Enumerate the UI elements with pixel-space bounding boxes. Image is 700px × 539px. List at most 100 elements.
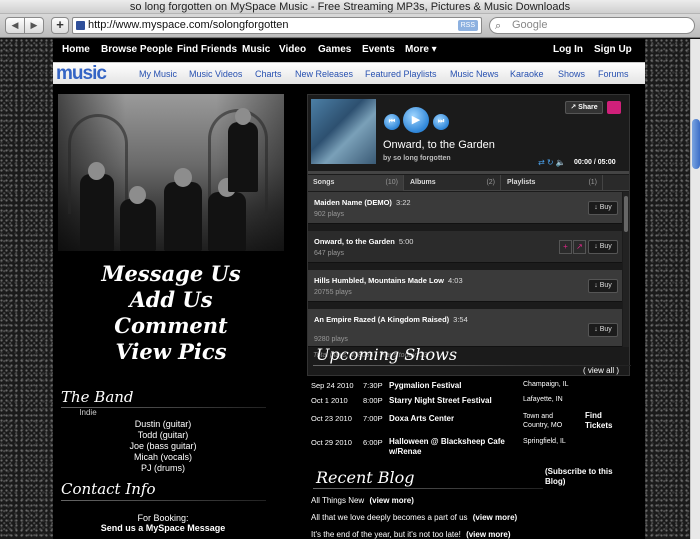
show-date: Oct 29 2010 — [311, 438, 352, 447]
window-title: so long forgotten on MySpace Music - Fre… — [0, 0, 700, 14]
music-link-music-videos[interactable]: Music Videos — [189, 63, 242, 85]
song-title: Onward, to the Garden 5:00 — [314, 237, 414, 246]
share-button[interactable]: ↗ Share — [565, 101, 603, 114]
band-genre: Indie — [79, 408, 97, 417]
song-plays: 20755 plays — [314, 289, 352, 296]
add-bookmark-button[interactable]: + — [51, 17, 69, 34]
nav-log-in[interactable]: Log In — [553, 39, 583, 61]
play-button[interactable]: ▶ — [403, 107, 429, 133]
nav-music[interactable]: Music — [242, 39, 270, 61]
song-title: Hills Humbled, Mountains Made Low 4:03 — [314, 276, 463, 285]
send-message-link[interactable]: Send us a MySpace Message — [73, 523, 253, 534]
song-title: Maiden Name (DEMO) 3:22 — [314, 198, 411, 207]
view-all-shows-link[interactable]: ( view all ) — [583, 366, 619, 375]
show-row: Oct 23 2010 7:00P Doxa Arts Center Town … — [311, 413, 631, 436]
buy-button[interactable]: ↓ Buy — [588, 201, 618, 215]
tab-albums[interactable]: Albums (2) — [405, 175, 501, 191]
search-input[interactable]: ⌕ Google — [489, 17, 695, 34]
show-location: Springfield, IL — [523, 438, 566, 445]
show-venue[interactable]: Halloween @ Blacksheep Cafe w/Renae — [389, 437, 517, 457]
band-member-figure — [120, 199, 156, 251]
address-bar[interactable]: http://www.myspace.com/solongforgotten R… — [72, 17, 482, 34]
blog-entry[interactable]: It's the end of the year, but it's not t… — [311, 530, 511, 539]
add-to-playlist-button[interactable] — [607, 101, 621, 114]
comment-link[interactable]: Comment — [53, 313, 289, 338]
show-time: 8:00P — [363, 396, 383, 405]
music-link-shows[interactable]: Shows — [558, 63, 585, 85]
message-us-link[interactable]: Message Us — [53, 261, 289, 286]
page-scrollbar[interactable] — [690, 39, 700, 539]
music-logo[interactable]: music — [56, 64, 107, 84]
back-button[interactable]: ◀ — [5, 17, 25, 34]
nav-events[interactable]: Events — [362, 39, 395, 61]
tab-playlists[interactable]: Playlists (1) — [502, 175, 603, 191]
show-venue[interactable]: Starry Night Street Festival — [389, 396, 492, 405]
music-link-charts[interactable]: Charts — [255, 63, 282, 85]
next-track-button[interactable]: ⏭ — [433, 114, 449, 130]
song-row[interactable]: An Empire Razed (A Kingdom Raised) 3:54 9… — [308, 309, 622, 347]
blog-entry-title[interactable]: All Things New — [311, 496, 364, 505]
page-scroll-thumb[interactable] — [692, 119, 700, 169]
album-art — [311, 99, 376, 164]
blog-entry[interactable]: All that we love deeply becomes a part o… — [311, 513, 517, 522]
song-list-scroll-thumb[interactable] — [624, 196, 628, 232]
music-navigation: music My Music Music Videos Charts New R… — [53, 62, 645, 84]
music-link-karaoke[interactable]: Karaoke — [510, 63, 544, 85]
tab-label: Songs — [313, 179, 335, 186]
blog-entry-title[interactable]: It's the end of the year, but it's not t… — [311, 530, 461, 539]
blog-view-more-link[interactable]: (view more) — [369, 496, 413, 505]
show-location: Lafayette, IN — [523, 396, 563, 403]
nav-home[interactable]: Home — [62, 39, 90, 61]
show-location: Town and Country, MO — [523, 413, 563, 429]
music-link-my-music[interactable]: My Music — [139, 63, 177, 85]
add-us-link[interactable]: Add Us — [53, 287, 289, 312]
add-song-icon[interactable]: + — [559, 240, 572, 254]
show-time: 7:30P — [363, 381, 383, 390]
song-row[interactable]: Maiden Name (DEMO) 3:22 902 plays ↓ Buy — [308, 192, 622, 224]
previous-track-button[interactable]: ⏮ — [384, 114, 400, 130]
show-date: Sep 24 2010 — [311, 381, 354, 390]
rss-button[interactable]: RSS — [457, 20, 478, 31]
forward-button[interactable]: ▶ — [24, 17, 44, 34]
nav-browse-people[interactable]: Browse People — [101, 39, 173, 61]
music-link-music-news[interactable]: Music News — [450, 63, 499, 85]
subscribe-blog-link[interactable]: (Subscribe to this Blog) — [545, 467, 615, 487]
song-row[interactable]: Onward, to the Garden 5:00 647 plays + ↗ … — [308, 231, 622, 263]
music-link-featured-playlists[interactable]: Featured Playlists — [365, 63, 437, 85]
nav-more[interactable]: More ▾ — [405, 39, 437, 61]
blog-view-more-link[interactable]: (view more) — [466, 530, 510, 539]
blog-entry-title[interactable]: All that we love deeply becomes a part o… — [311, 513, 468, 522]
view-pics-link[interactable]: View Pics — [53, 339, 289, 364]
music-link-new-releases[interactable]: New Releases — [295, 63, 353, 85]
blog-section-title: Recent Blog — [316, 468, 415, 487]
band-member-figure — [228, 122, 258, 192]
nav-video[interactable]: Video — [279, 39, 306, 61]
nav-sign-up[interactable]: Sign Up — [594, 39, 632, 61]
buy-button[interactable]: ↓ Buy — [588, 323, 618, 337]
nav-find-friends[interactable]: Find Friends — [177, 39, 237, 61]
band-member-figure — [164, 182, 202, 251]
song-list-scrollbar[interactable] — [623, 192, 629, 347]
tab-label: Playlists — [507, 179, 536, 186]
share-song-icon[interactable]: ↗ — [573, 240, 586, 254]
show-location: Champaign, IL — [523, 381, 569, 388]
buy-button[interactable]: ↓ Buy — [588, 279, 618, 293]
browser-toolbar: ◀ ▶ + http://www.myspace.com/solongforgo… — [0, 14, 700, 38]
search-placeholder: Google — [512, 19, 548, 31]
song-row[interactable]: Hills Humbled, Mountains Made Low 4:03 20… — [308, 270, 622, 302]
find-tickets-link[interactable]: Find Tickets — [585, 411, 625, 431]
shuffle-repeat-volume-icons[interactable]: ⇄ ↻ 🔈 — [538, 158, 566, 167]
song-plays: 647 plays — [314, 250, 344, 257]
show-venue[interactable]: Doxa Arts Center — [389, 414, 454, 423]
buy-button[interactable]: ↓ Buy — [588, 240, 618, 254]
progress-bar[interactable] — [308, 171, 629, 174]
blog-entry[interactable]: All Things New (view more) — [311, 496, 414, 505]
blog-view-more-link[interactable]: (view more) — [473, 513, 517, 522]
music-link-forums[interactable]: Forums — [598, 63, 629, 85]
nav-games[interactable]: Games — [318, 39, 351, 61]
tab-songs[interactable]: Songs (10) — [308, 175, 404, 191]
show-venue[interactable]: Pygmalion Festival — [389, 381, 461, 390]
share-label: Share — [578, 104, 598, 111]
band-member-head — [235, 108, 251, 125]
search-icon: ⌕ — [495, 20, 502, 32]
